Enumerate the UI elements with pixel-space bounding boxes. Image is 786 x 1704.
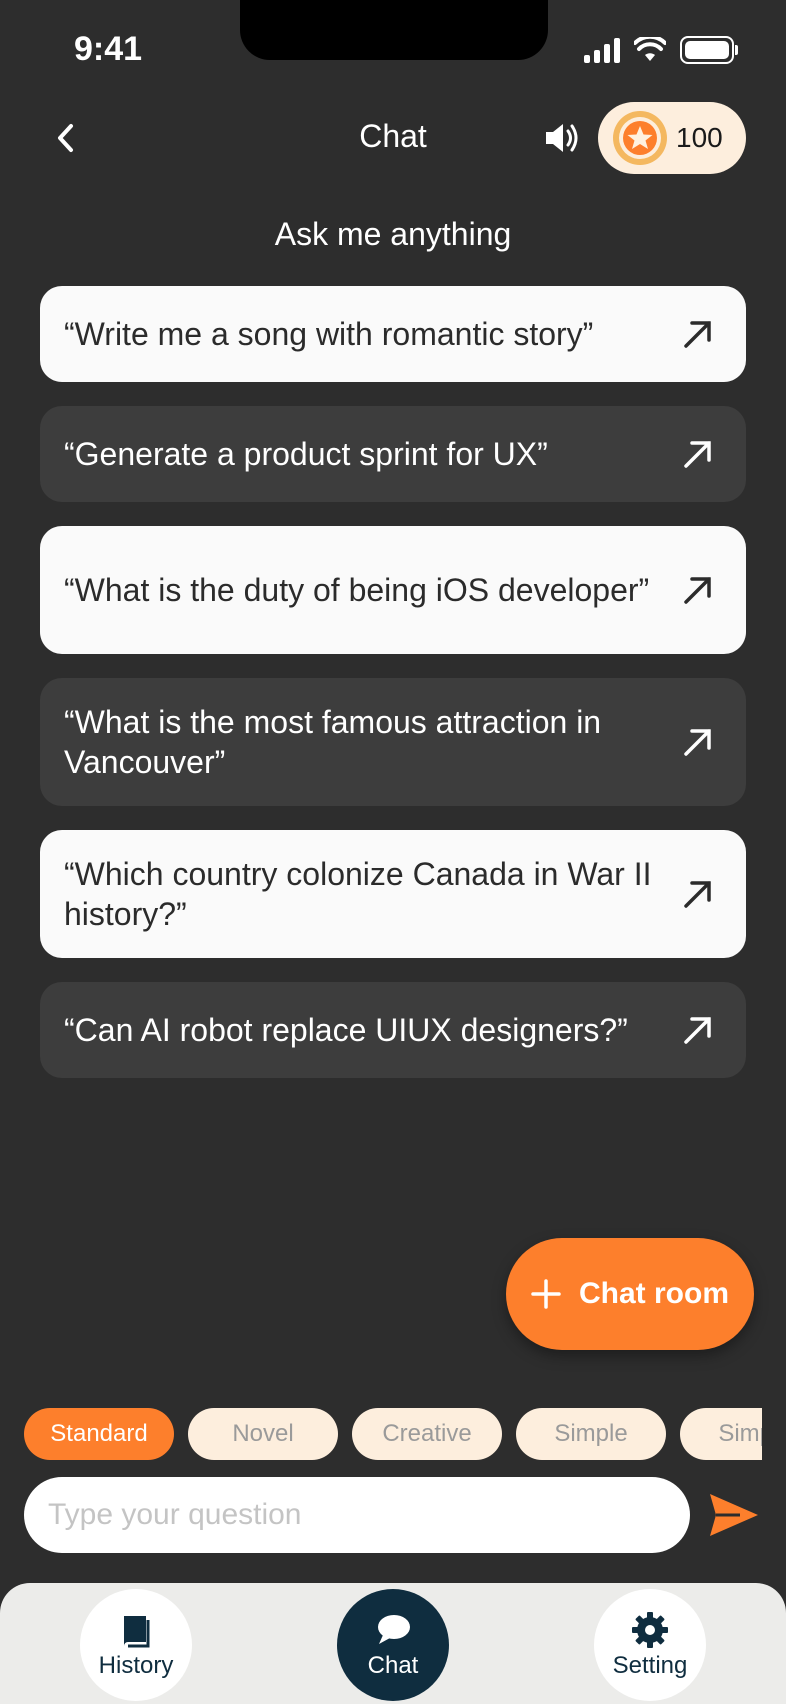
coin-count: 100 — [676, 122, 723, 153]
prompt-text: “Write me a song with romantic story” — [64, 316, 594, 352]
coin-balance[interactable]: 100 — [598, 102, 746, 174]
book-icon — [124, 1616, 150, 1648]
prompt-section-title: Ask me anything — [274, 216, 512, 252]
bottom-navigation: History Chat Setting — [0, 1583, 786, 1704]
device-notch — [240, 0, 548, 60]
nav-setting-label: Setting — [612, 1652, 688, 1679]
send-icon[interactable] — [706, 1490, 762, 1540]
prompt-text: “What is the most famous attraction in V… — [64, 704, 602, 780]
prompt-card[interactable]: “Can AI robot replace UIUX designers?” — [40, 982, 746, 1078]
prompt-text: “Generate a product sprint for UX” — [64, 436, 548, 472]
prompt-card[interactable]: “Generate a product sprint for UX” — [40, 406, 746, 502]
fab-label: Chat room — [579, 1277, 729, 1310]
prompt-card[interactable]: “Write me a song with romantic story” — [40, 286, 746, 382]
status-time: 9:41 — [74, 30, 143, 68]
new-chat-room-button[interactable]: Chat room — [506, 1238, 754, 1350]
mode-chip-simple[interactable]: Simple — [516, 1408, 666, 1460]
mode-chip-simple-2[interactable]: Simple — [680, 1408, 762, 1460]
wifi-icon — [634, 37, 666, 61]
mode-chip-novel[interactable]: Novel — [188, 1408, 338, 1460]
prompt-card[interactable]: “What is the most famous attraction in V… — [40, 678, 746, 806]
battery-icon — [680, 36, 738, 64]
mode-chip-creative[interactable]: Creative — [352, 1408, 502, 1460]
plus-icon — [531, 1279, 561, 1309]
status-icons — [584, 36, 738, 64]
nav-chat[interactable]: Chat — [337, 1589, 449, 1701]
prompt-text: “What is the duty of being iOS developer… — [64, 572, 650, 608]
prompt-text: “Which country colonize Canada in War II… — [64, 856, 652, 932]
suggested-prompts: “Write me a song with romantic story” “G… — [40, 286, 746, 1102]
star-coin-icon — [613, 111, 667, 165]
signal-icon — [584, 37, 620, 63]
mode-selector: Standard Novel Creative Simple Simple — [24, 1408, 762, 1460]
speaker-icon[interactable] — [542, 118, 582, 158]
question-input[interactable] — [24, 1477, 690, 1553]
arrow-up-right-icon — [684, 729, 711, 756]
prompt-card[interactable]: “What is the duty of being iOS developer… — [40, 526, 746, 654]
arrow-up-right-icon — [684, 321, 711, 348]
nav-history-label: History — [98, 1652, 174, 1679]
arrow-up-right-icon — [684, 881, 711, 908]
prompt-card[interactable]: “Which country colonize Canada in War II… — [40, 830, 746, 958]
prompt-text: “Can AI robot replace UIUX designers?” — [64, 1012, 628, 1048]
mode-chip-standard[interactable]: Standard — [24, 1408, 174, 1460]
nav-chat-label: Chat — [367, 1652, 419, 1679]
gear-icon — [632, 1612, 668, 1648]
chat-bubble-icon — [378, 1615, 410, 1644]
arrow-up-right-icon — [684, 1017, 711, 1044]
arrow-up-right-icon — [684, 441, 711, 468]
nav-history[interactable]: History — [80, 1589, 192, 1701]
arrow-up-right-icon — [684, 577, 711, 604]
nav-setting[interactable]: Setting — [594, 1589, 706, 1701]
